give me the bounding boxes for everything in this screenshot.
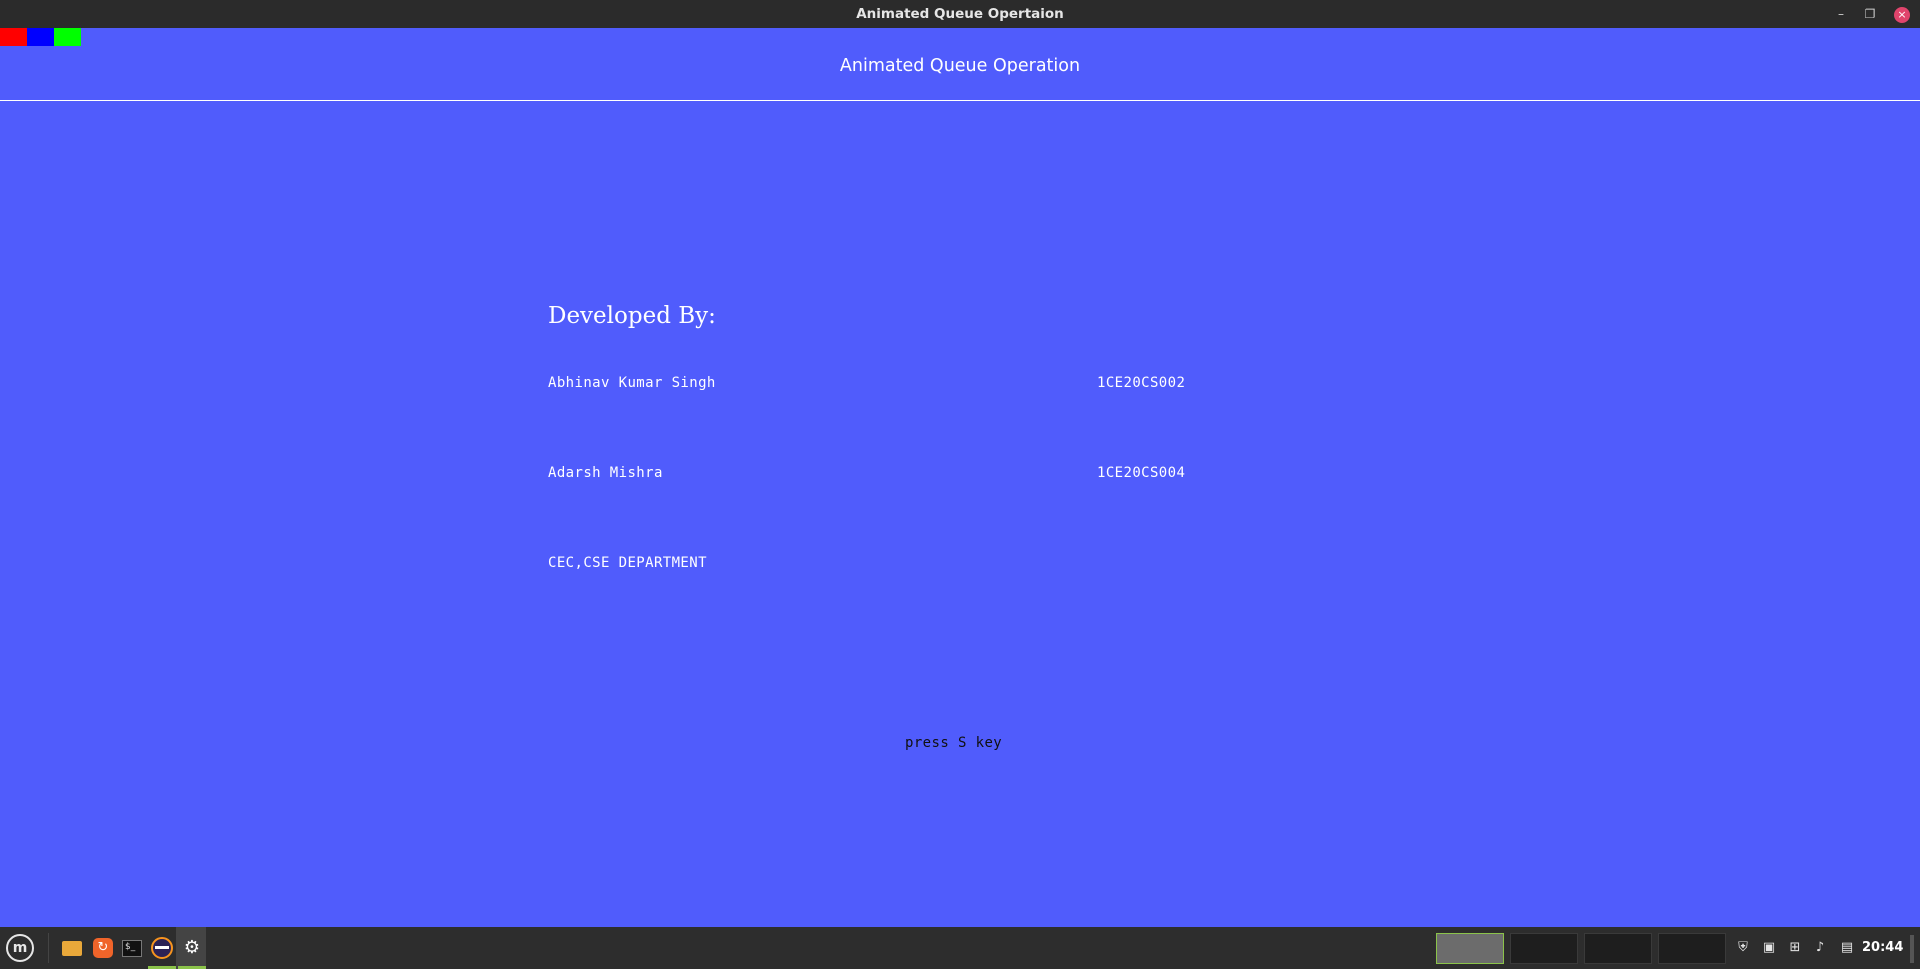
shield-icon[interactable]: ⛨ [1734, 939, 1752, 957]
show-desktop-button[interactable] [1910, 935, 1914, 963]
window-title: Animated Queue Opertaion [856, 6, 1064, 22]
close-button[interactable]: × [1888, 0, 1916, 28]
settings-gear-icon[interactable]: ⚙ [180, 936, 204, 960]
workspace-3[interactable] [1584, 933, 1652, 964]
folder-icon[interactable] [60, 936, 84, 960]
workspace-4[interactable] [1658, 933, 1726, 964]
update-manager-icon[interactable]: ↻ [91, 936, 115, 960]
workspace-2[interactable] [1510, 933, 1578, 964]
eclipse-icon[interactable] [150, 936, 174, 960]
taskbar: m ↻ $_ ⚙ ⛨ ▣ ⊞ ♪ ▤ 20:44 [0, 927, 1920, 969]
clock[interactable]: 20:44 [1862, 927, 1903, 969]
app-canvas[interactable]: Animated Queue Operation Developed By: A… [0, 28, 1920, 927]
green-swatch [54, 28, 81, 46]
red-swatch [0, 28, 27, 46]
app-title: Animated Queue Operation [839, 56, 1081, 76]
clipboard-icon[interactable]: ▤ [1838, 939, 1856, 957]
developer-name: Adarsh Mishra [548, 465, 663, 481]
developed-by-heading: Developed By: [548, 303, 716, 329]
volume-icon[interactable]: ♪ [1811, 939, 1829, 957]
minimize-button[interactable]: – [1827, 0, 1855, 28]
department-label: CEC,CSE DEPARTMENT [548, 555, 707, 571]
taskbar-separator [48, 933, 49, 963]
developer-id: 1CE20CS004 [1097, 465, 1186, 481]
press-key-prompt: press S key [905, 735, 1003, 751]
close-icon: × [1894, 7, 1910, 23]
terminal-icon[interactable]: $_ [120, 936, 144, 960]
maximize-button[interactable]: ❐ [1856, 0, 1884, 28]
minimize-icon: – [1838, 7, 1844, 21]
blue-swatch [27, 28, 54, 46]
mint-menu-icon[interactable]: m [6, 934, 34, 962]
keyboard-layout-icon[interactable]: ▣ [1760, 939, 1778, 957]
developer-id: 1CE20CS002 [1097, 375, 1186, 391]
window-titlebar: Animated Queue Opertaion – ❐ × [0, 0, 1920, 28]
header-divider [0, 100, 1920, 101]
developer-name: Abhinav Kumar Singh [548, 375, 716, 391]
workspace-1[interactable] [1436, 933, 1504, 964]
network-icon[interactable]: ⊞ [1786, 939, 1804, 957]
maximize-icon: ❐ [1864, 7, 1876, 21]
